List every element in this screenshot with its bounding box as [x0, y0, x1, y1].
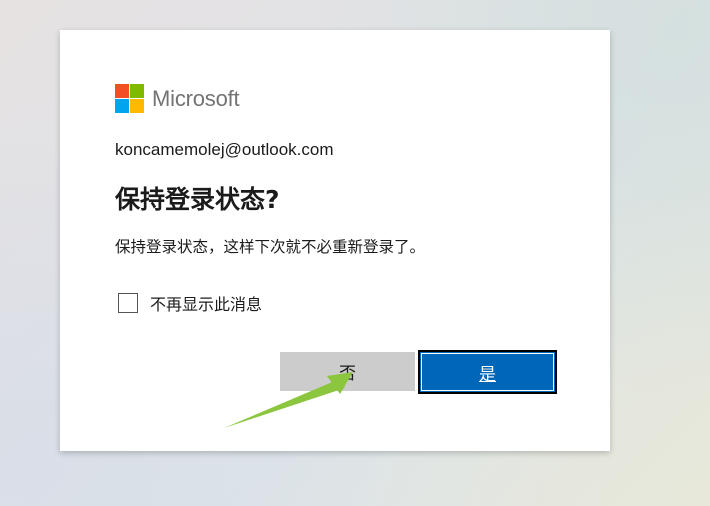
account-email: koncamemolej@outlook.com	[115, 140, 334, 159]
brand-name: Microsoft	[152, 85, 240, 111]
dialog-description: 保持登录状态，这样下次就不必重新登录了。	[115, 238, 426, 256]
dialog-title: 保持登录状态?	[115, 185, 280, 214]
dont-show-again-row[interactable]: 不再显示此消息	[118, 291, 262, 315]
microsoft-logo: Microsoft	[115, 84, 240, 113]
yes-button[interactable]: 是	[418, 350, 557, 394]
no-button[interactable]: 否	[280, 352, 415, 391]
microsoft-squares-icon	[115, 84, 144, 113]
stay-signed-in-dialog: Microsoft koncamemolej@outlook.com 保持登录状…	[60, 30, 610, 451]
dont-show-again-checkbox[interactable]	[118, 293, 138, 313]
dont-show-again-label[interactable]: 不再显示此消息	[150, 291, 262, 315]
